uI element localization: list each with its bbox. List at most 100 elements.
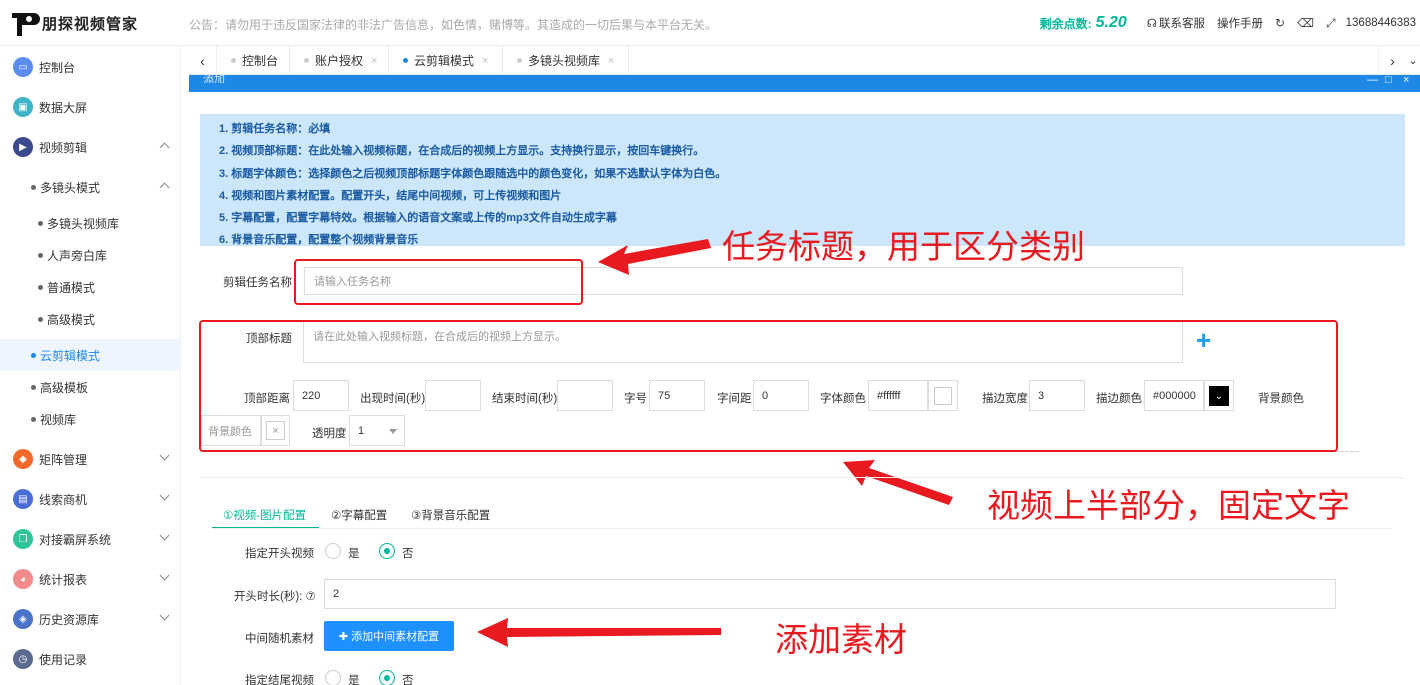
sidebar-item-dock-screen[interactable]: ❐ 对接霸屏系统 [0, 519, 181, 559]
tab-video-image-config[interactable]: ①视频-图片配置 [223, 507, 306, 523]
close-icon[interactable]: × [371, 55, 377, 67]
annotation-box [294, 259, 583, 305]
tab-dashboard[interactable]: 控制台 [217, 46, 290, 75]
add-middle-material-button[interactable]: ✚ 添加中间素材配置 [324, 621, 454, 651]
tab-bgm-config[interactable]: ③背景音乐配置 [411, 507, 490, 523]
tab-cloud-edit[interactable]: 云剪辑模式 × [389, 46, 503, 75]
sidebar-item-voice-lib[interactable]: 人声旁白库 [0, 239, 181, 271]
sidebar-item-usage[interactable]: ◷ 使用记录 [0, 639, 181, 679]
sidebar-item-normal-mode[interactable]: 普通模式 [0, 271, 181, 303]
screen-icon: ▣ [13, 97, 33, 117]
end-video-yes-radio[interactable] [325, 670, 341, 685]
contact-link[interactable]: ☊ 联系客服 [1147, 15, 1205, 31]
info-line: 6. 背景音乐配置，配置整个视频背景音乐 [219, 234, 419, 246]
modal-title: 添加 [203, 75, 225, 83]
start-video-no-radio[interactable] [379, 543, 395, 559]
pie-icon: ◕ [13, 569, 33, 589]
points-value: 5.20 [1095, 14, 1127, 31]
trash-icon[interactable]: ⌫ [1297, 16, 1314, 30]
task-name-label: 剪辑任务名称 [223, 277, 292, 289]
chevron-down-icon[interactable]: ⌄ [1406, 46, 1420, 75]
info-line: 4. 视频和图片素材配置。配置开头，结尾中间视频，可上传视频和图片 [219, 190, 562, 202]
annotation-text: 任务标题，用于区分类别 [722, 227, 1085, 266]
clock-icon: ◷ [13, 649, 33, 669]
middle-material-label: 中间随机素材 [245, 633, 314, 645]
tab-next-button[interactable]: › [1378, 46, 1406, 75]
chevron-up-icon [159, 182, 170, 193]
minimize-icon[interactable]: — [1367, 75, 1378, 83]
chevron-down-icon [159, 610, 170, 621]
start-duration-input[interactable]: 2 [324, 579, 1336, 609]
tab-dot [304, 58, 309, 63]
radio-no-label: 否 [402, 548, 414, 560]
maximize-icon[interactable]: □ [1385, 75, 1392, 83]
chevron-down-icon [159, 530, 170, 541]
start-video-yes-radio[interactable] [325, 543, 341, 559]
sidebar-item-reports[interactable]: ◕ 统计报表 [0, 559, 181, 599]
sidebar: ▭ 控制台 ▣ 数据大屏 ▶ 视频剪辑 多镜头模式 多镜头视频库 人声旁白库 普… [0, 46, 181, 685]
sidebar-item-advanced-template[interactable]: 高级模板 [0, 371, 181, 403]
layers-icon: ◈ [13, 609, 33, 629]
sidebar-item-leads[interactable]: ▤ 线索商机 [0, 479, 181, 519]
tab-bar: ‹ 控制台 账户授权 × 云剪辑模式 × 多镜头视频库 × › ⌄ [189, 46, 1420, 75]
tab-subtitle-config[interactable]: ②字幕配置 [331, 507, 387, 523]
info-line: 1. 剪辑任务名称：必填 [219, 123, 331, 135]
points-label: 剩余点数: [1039, 16, 1092, 31]
sidebar-item-multicam[interactable]: 多镜头模式 [0, 167, 181, 207]
info-line: 3. 标题字体颜色：选择颜色之后视频顶部标题字体颜色跟随选中的颜色变化，如果不选… [219, 168, 727, 180]
headset-icon: ☊ [1146, 18, 1157, 30]
close-icon[interactable]: × [482, 55, 488, 67]
user-phone[interactable]: 13688446383 [1346, 17, 1416, 29]
tab-account-auth[interactable]: 账户授权 × [290, 46, 389, 75]
tab-prev-button[interactable]: ‹ [189, 46, 217, 75]
close-icon[interactable]: × [608, 55, 614, 67]
monitor-icon: ▭ [13, 57, 33, 77]
chevron-up-icon [159, 142, 170, 153]
bullet-dot [31, 416, 36, 422]
tab-multicam-lib[interactable]: 多镜头视频库 × [503, 46, 629, 75]
top-header: 朋探视频管家 公告：请勿用于违反国家法律的非法广告信息，如色情，赌博等。其造成的… [0, 0, 1420, 46]
bullet-dot [38, 284, 43, 290]
sidebar-item-history[interactable]: ◈ 历史资源库 [0, 599, 181, 639]
logo[interactable]: 朋探视频管家 [10, 9, 138, 37]
close-icon[interactable]: × [1403, 75, 1409, 83]
divider [1336, 451, 1358, 452]
sidebar-item-data-screen[interactable]: ▣ 数据大屏 [0, 87, 181, 127]
bullet-dot [31, 184, 36, 190]
chevron-down-icon [159, 450, 170, 461]
annotation-box [199, 320, 1338, 452]
sidebar-item-video-edit[interactable]: ▶ 视频剪辑 [0, 127, 181, 167]
sidebar-item-multicam-lib[interactable]: 多镜头视频库 [0, 207, 181, 239]
modal-title-bar: 添加 — □ × [189, 75, 1420, 92]
copy-icon: ❐ [13, 529, 33, 549]
radio-yes-label: 是 [348, 548, 360, 560]
video-edit-icon: ▶ [13, 137, 33, 157]
app-root: 朋探视频管家 公告：请勿用于违反国家法律的非法广告信息，如色情，赌博等。其造成的… [0, 0, 1420, 685]
radio-no-label: 否 [402, 675, 414, 685]
bullet-dot [38, 220, 43, 226]
fullscreen-icon[interactable]: ⤢ [1326, 16, 1336, 31]
bullet-dot [31, 352, 36, 358]
bullet-dot [38, 316, 43, 322]
sidebar-item-cloud-edit[interactable]: 云剪辑模式 [0, 339, 181, 371]
chart-icon: ▤ [13, 489, 33, 509]
tab-dot [231, 58, 236, 63]
chevron-down-icon [159, 570, 170, 581]
tab-dot [403, 58, 408, 63]
chevron-down-icon [159, 490, 170, 501]
info-line: 2. 视频顶部标题：在此处输入视频标题，在合成后的视频上方显示。支持换行显示，按… [219, 145, 705, 157]
end-video-no-radio[interactable] [379, 670, 395, 685]
sidebar-item-matrix[interactable]: ◆ 矩阵管理 [0, 439, 181, 479]
logo-icon [10, 9, 40, 37]
matrix-icon: ◆ [13, 449, 33, 469]
manual-link[interactable]: 操作手册 [1217, 15, 1263, 31]
info-line: 5. 字幕配置，配置字幕特效。根据输入的语音文案或上传的mp3文件自动生成字幕 [219, 212, 617, 224]
sidebar-item-dashboard[interactable]: ▭ 控制台 [0, 47, 181, 87]
divider [212, 528, 1392, 529]
header-right: 剩余点数: 5.20 ☊ 联系客服 操作手册 ↻ ⌫ ⤢ 13688446383 [1040, 12, 1416, 34]
refresh-icon[interactable]: ↻ [1275, 16, 1285, 30]
sidebar-item-video-lib[interactable]: 视频库 [0, 403, 181, 435]
sidebar-item-advanced-mode[interactable]: 高级模式 [0, 303, 181, 335]
end-video-label: 指定结尾视频 [245, 675, 314, 685]
bullet-dot [38, 252, 43, 258]
